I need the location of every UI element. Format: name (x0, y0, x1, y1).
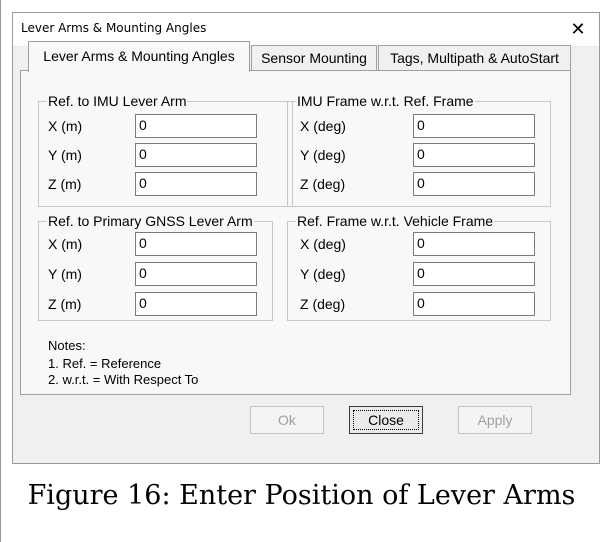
vehicle-frame-x-input[interactable]: 0 (413, 232, 535, 256)
notes-line-1: 1. Ref. = Reference (48, 356, 162, 371)
z-label: Z (m) (48, 296, 82, 312)
notes-heading: Notes: (48, 338, 86, 353)
tab-page: Ref. to IMU Lever Arm X (m) Y (m) Z (m) … (20, 70, 571, 395)
apply-button[interactable]: Apply (458, 406, 532, 434)
imu-lever-y-input[interactable]: 0 (135, 143, 257, 167)
imu-frame-x-input[interactable]: 0 (413, 114, 535, 138)
tab-sensor-mounting[interactable]: Sensor Mounting (251, 45, 377, 71)
x-label: X (m) (48, 118, 83, 134)
gnss-lever-z-input[interactable]: 0 (135, 292, 257, 316)
z-label: Z (deg) (300, 296, 346, 312)
group-legend: Ref. to Primary GNSS Lever Arm (47, 213, 254, 229)
imu-lever-z-input[interactable]: 0 (135, 172, 257, 196)
vehicle-frame-z-input[interactable]: 0 (413, 292, 535, 316)
window-title: Lever Arms & Mounting Angles (21, 21, 207, 35)
figure-caption: Figure 16: Enter Position of Lever Arms (27, 480, 576, 511)
vehicle-frame-y-input[interactable]: 0 (413, 262, 535, 286)
imu-frame-y-input[interactable]: 0 (413, 143, 535, 167)
tab-lever-arms[interactable]: Lever Arms & Mounting Angles (28, 41, 250, 72)
x-label: X (deg) (300, 118, 346, 134)
y-label: Y (m) (48, 147, 82, 163)
gnss-lever-x-input[interactable]: 0 (135, 232, 257, 256)
close-button[interactable]: Close (349, 406, 423, 434)
gnss-lever-y-input[interactable]: 0 (135, 262, 257, 286)
notes-line-2: 2. w.r.t. = With Respect To (48, 372, 199, 387)
page-rule (0, 0, 1, 542)
group-legend: IMU Frame w.r.t. Ref. Frame (296, 93, 475, 109)
focus-rect (353, 410, 419, 430)
close-icon[interactable]: ✕ (557, 13, 599, 46)
group-legend: Ref. Frame w.r.t. Vehicle Frame (296, 213, 495, 229)
y-label: Y (deg) (300, 266, 346, 282)
x-label: X (deg) (300, 236, 346, 252)
group-legend: Ref. to IMU Lever Arm (47, 93, 188, 109)
y-label: Y (m) (48, 266, 82, 282)
tab-tags-multipath[interactable]: Tags, Multipath & AutoStart (378, 45, 571, 71)
y-label: Y (deg) (300, 147, 346, 163)
ok-button[interactable]: Ok (250, 406, 324, 434)
z-label: Z (deg) (300, 176, 346, 192)
x-label: X (m) (48, 236, 83, 252)
z-label: Z (m) (48, 176, 82, 192)
imu-lever-x-input[interactable]: 0 (135, 114, 257, 138)
imu-frame-z-input[interactable]: 0 (413, 172, 535, 196)
